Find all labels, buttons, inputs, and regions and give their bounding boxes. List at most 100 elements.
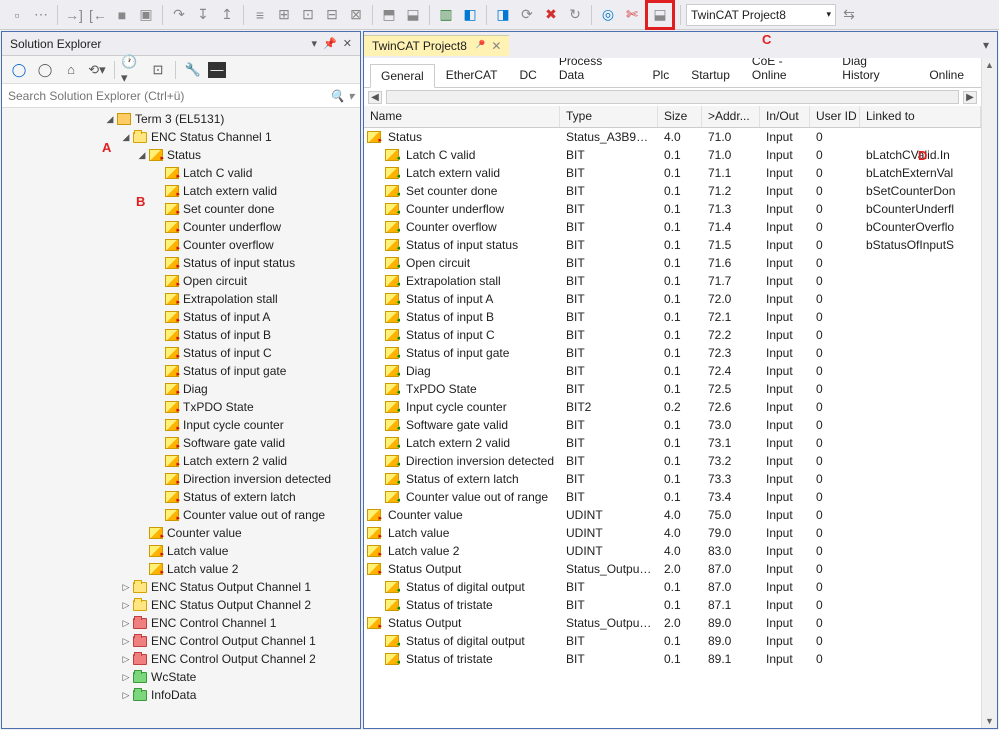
solution-search-box[interactable]: 🔍 ▾ <box>2 84 360 108</box>
sub-tab[interactable]: General <box>370 64 435 88</box>
tool-icon[interactable]: 🕐▾ <box>121 59 143 81</box>
tb-icon[interactable]: ⇆ <box>838 4 860 26</box>
table-row[interactable]: Status of input ABIT0.172.0Input0 <box>364 290 981 308</box>
tree-enc-status[interactable]: ◢ENC Status Channel 1 <box>2 128 360 146</box>
tree-item[interactable]: Counter value out of range <box>2 506 360 524</box>
table-row[interactable]: Counter valueUDINT4.075.0Input0 <box>364 506 981 524</box>
vertical-scrollbar[interactable]: ▲ ▼ <box>981 58 997 728</box>
tree-item[interactable]: ▷WcState <box>2 668 360 686</box>
document-tab[interactable]: TwinCAT Project8 📍 ✕ <box>364 35 509 56</box>
scroll-right-icon[interactable]: ▶ <box>963 91 977 104</box>
tree-item[interactable]: Software gate valid <box>2 434 360 452</box>
tree-item[interactable]: Input cycle counter <box>2 416 360 434</box>
table-row[interactable]: TxPDO StateBIT0.172.5Input0 <box>364 380 981 398</box>
tb-refresh-icon[interactable]: ⟳ <box>516 4 538 26</box>
dropdown-icon[interactable]: ▾ <box>975 38 997 52</box>
tb-icon[interactable]: ⊞ <box>273 4 295 26</box>
tree-item[interactable]: Counter underflow <box>2 218 360 236</box>
tree-item[interactable]: Latch extern 2 valid <box>2 452 360 470</box>
table-row[interactable]: Counter overflowBIT0.171.4Input0bCounter… <box>364 218 981 236</box>
tree-status[interactable]: ◢Status <box>2 146 360 164</box>
solution-search-input[interactable] <box>8 89 330 103</box>
expand-icon[interactable]: ▷ <box>120 618 132 629</box>
tb-icon[interactable]: ▣ <box>135 4 157 26</box>
tree-item[interactable]: Counter overflow <box>2 236 360 254</box>
col-size[interactable]: Size <box>658 106 702 127</box>
home-icon[interactable]: ⌂ <box>60 59 82 81</box>
table-row[interactable]: DiagBIT0.172.4Input0 <box>364 362 981 380</box>
tb-icon[interactable]: ◧ <box>459 4 481 26</box>
tb-cut-icon[interactable]: ✄ <box>621 4 643 26</box>
expand-icon[interactable]: ▷ <box>120 636 132 647</box>
table-row[interactable]: Latch C validBIT0.171.0Input0bLatchCVali… <box>364 146 981 164</box>
tree-item[interactable]: Status of input gate <box>2 362 360 380</box>
table-row[interactable]: Input cycle counterBIT20.272.6Input0 <box>364 398 981 416</box>
sub-tab[interactable]: Plc <box>642 63 681 87</box>
table-row[interactable]: Status of input statusBIT0.171.5Input0bS… <box>364 236 981 254</box>
wrench-icon[interactable]: 🔧 <box>182 59 204 81</box>
tb-icon[interactable]: ■ <box>111 4 133 26</box>
table-row[interactable]: Software gate validBIT0.173.0Input0 <box>364 416 981 434</box>
expand-icon[interactable]: ▷ <box>120 672 132 683</box>
tb-icon[interactable]: ▫ <box>6 4 28 26</box>
table-row[interactable]: Status of input BBIT0.172.1Input0 <box>364 308 981 326</box>
sub-tab[interactable]: DC <box>509 63 548 87</box>
tool-icon[interactable]: — <box>208 62 226 78</box>
sub-tab[interactable]: Diag History <box>831 58 918 87</box>
expand-icon[interactable]: ▷ <box>120 690 132 701</box>
search-icon[interactable]: 🔍 ▾ <box>330 89 354 103</box>
tree-item[interactable]: ▷ENC Control Output Channel 1 <box>2 632 360 650</box>
tb-step-icon[interactable]: ↧ <box>192 4 214 26</box>
sub-tab[interactable]: Startup <box>680 63 741 87</box>
expand-icon[interactable]: ◢ <box>104 114 116 125</box>
tree-item[interactable]: Set counter done <box>2 200 360 218</box>
table-row[interactable]: Status of input CBIT0.172.2Input0 <box>364 326 981 344</box>
tree-item[interactable]: Status of input B <box>2 326 360 344</box>
table-row[interactable]: Status of digital outputBIT0.189.0Input0 <box>364 632 981 650</box>
table-row[interactable]: Counter underflowBIT0.171.3Input0bCounte… <box>364 200 981 218</box>
tb-icon[interactable]: ⋯ <box>30 4 52 26</box>
tree-term[interactable]: ◢Term 3 (EL5131) <box>2 110 360 128</box>
tree-item[interactable]: ▷ENC Control Output Channel 2 <box>2 650 360 668</box>
tree-item[interactable]: ▷ENC Control Channel 1 <box>2 614 360 632</box>
pin-icon[interactable]: 📌 <box>323 37 337 50</box>
tree-item[interactable]: Extrapolation stall <box>2 290 360 308</box>
tb-icon[interactable]: ⬓ <box>402 4 424 26</box>
col-addr[interactable]: >Addr... <box>702 106 760 127</box>
table-row[interactable]: Extrapolation stallBIT0.171.7Input0 <box>364 272 981 290</box>
sub-tab[interactable]: EtherCAT <box>435 63 509 87</box>
tree-item[interactable]: Status of extern latch <box>2 488 360 506</box>
tree-item[interactable]: Open circuit <box>2 272 360 290</box>
scroll-down-icon[interactable]: ▼ <box>985 716 994 726</box>
tree-item[interactable]: Latch value 2 <box>2 560 360 578</box>
pin-icon[interactable]: 📍 <box>471 37 488 54</box>
col-inout[interactable]: In/Out <box>760 106 810 127</box>
table-row[interactable]: Counter value out of rangeBIT0.173.4Inpu… <box>364 488 981 506</box>
table-row[interactable]: Latch extern validBIT0.171.1Input0bLatch… <box>364 164 981 182</box>
table-row[interactable]: Direction inversion detectedBIT0.173.2In… <box>364 452 981 470</box>
table-row[interactable]: Set counter doneBIT0.171.2Input0bSetCoun… <box>364 182 981 200</box>
tb-login-icon[interactable]: →] <box>63 4 85 26</box>
col-linked[interactable]: Linked to <box>860 106 981 127</box>
tb-show-online-icon[interactable]: ⬓ <box>649 4 671 26</box>
table-row[interactable]: Latch value 2UDINT4.083.0Input0 <box>364 542 981 560</box>
tree-item[interactable]: Status of input status <box>2 254 360 272</box>
tb-icon[interactable]: ✖ <box>540 4 562 26</box>
close-icon[interactable]: ✕ <box>343 37 352 50</box>
sub-tab[interactable]: CoE - Online <box>741 58 831 87</box>
table-row[interactable]: StatusStatus_A3B90...4.071.0Input0 <box>364 128 981 146</box>
scroll-left-icon[interactable]: ◀ <box>368 91 382 104</box>
tb-icon[interactable]: ⬒ <box>378 4 400 26</box>
tree-item[interactable]: ▷ENC Status Output Channel 1 <box>2 578 360 596</box>
table-row[interactable]: Status of digital outputBIT0.187.0Input0 <box>364 578 981 596</box>
variable-table-body[interactable]: StatusStatus_A3B90...4.071.0Input0Latch … <box>364 128 981 728</box>
tb-icon[interactable]: ⊡ <box>297 4 319 26</box>
tree-item[interactable]: Status of input A <box>2 308 360 326</box>
tree-item[interactable]: Diag <box>2 380 360 398</box>
table-row[interactable]: Status of extern latchBIT0.173.3Input0 <box>364 470 981 488</box>
table-row[interactable]: Open circuitBIT0.171.6Input0 <box>364 254 981 272</box>
tree-item[interactable]: Direction inversion detected <box>2 470 360 488</box>
tb-icon[interactable]: ≡ <box>249 4 271 26</box>
tree-item[interactable]: Counter value <box>2 524 360 542</box>
tb-icon[interactable]: ⊠ <box>345 4 367 26</box>
